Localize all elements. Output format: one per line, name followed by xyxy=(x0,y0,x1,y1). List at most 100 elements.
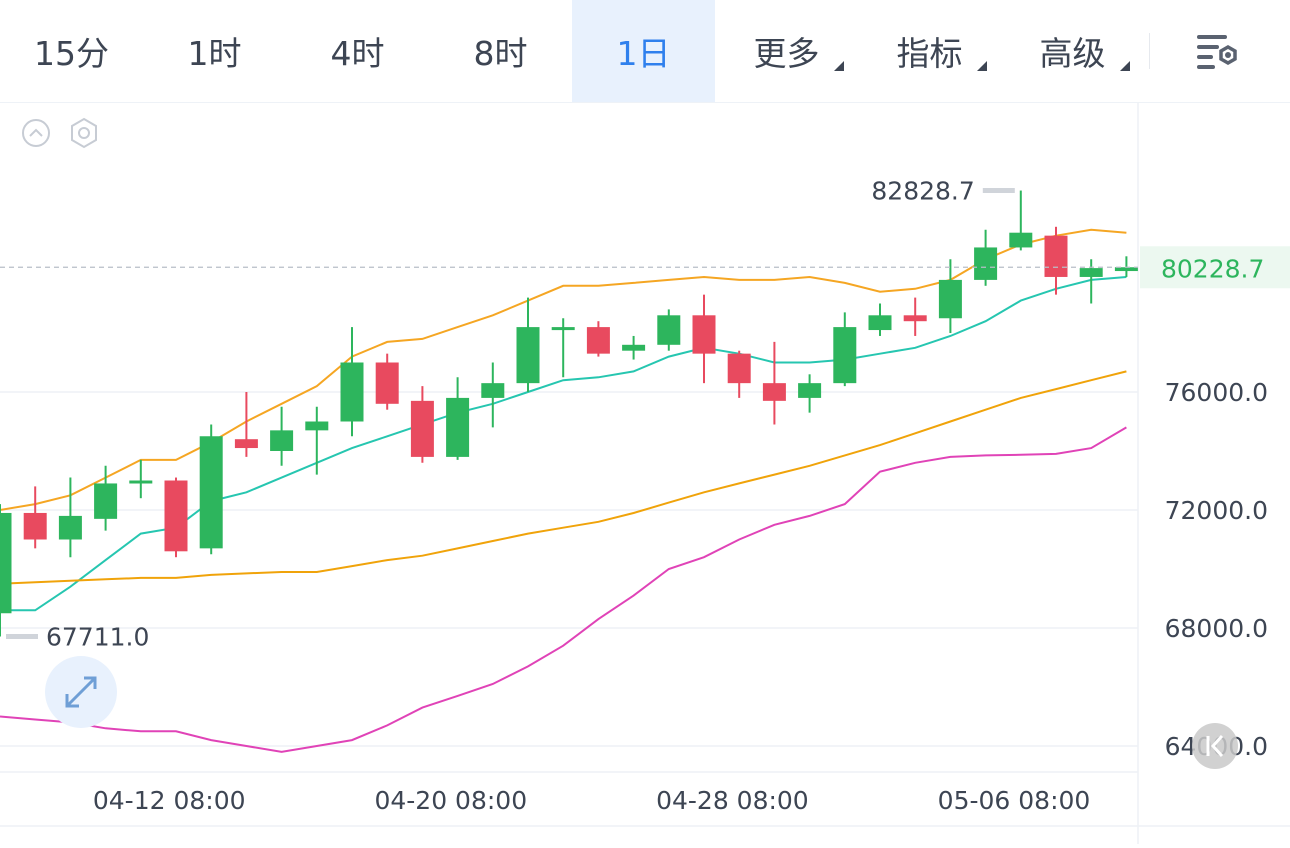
chart-settings-icon xyxy=(1196,35,1237,69)
candle xyxy=(1114,256,1138,277)
candle xyxy=(727,350,751,398)
x-tick-label: 05-06 08:00 xyxy=(938,786,1091,815)
tab-label: 指标 xyxy=(896,34,963,73)
candle-body xyxy=(762,383,786,401)
tab-more-dropdown[interactable]: 更多 xyxy=(715,0,858,102)
timeframe-tab-bar: 15分 1时 4时 8时 1日 更多 指标 高级 xyxy=(0,0,1290,103)
candle-body xyxy=(833,327,857,384)
y-tick-label: 68000.0 xyxy=(1165,614,1268,643)
y-tick-label: 76000.0 xyxy=(1165,378,1268,407)
candle xyxy=(199,424,223,555)
candle xyxy=(164,477,188,558)
scroll-to-latest-button[interactable] xyxy=(1192,723,1238,769)
candle-body xyxy=(375,362,399,404)
tab-label: 8时 xyxy=(473,34,528,73)
candle-body xyxy=(481,383,505,398)
candle xyxy=(974,229,998,286)
candle-body xyxy=(58,515,82,540)
candle-body xyxy=(446,397,470,457)
candle-body xyxy=(199,436,223,549)
candle xyxy=(622,335,646,360)
tab-1day[interactable]: 1日 xyxy=(572,0,715,102)
dropdown-caret-icon xyxy=(1120,61,1130,71)
tab-1hour[interactable]: 1时 xyxy=(143,0,286,102)
candle xyxy=(410,386,434,463)
candle-body xyxy=(129,480,153,484)
candle xyxy=(516,297,540,392)
candle xyxy=(234,392,258,457)
tab-label: 高级 xyxy=(1039,34,1106,73)
hexagon-settings-icon xyxy=(71,117,97,149)
candle-body xyxy=(727,353,751,384)
price-annotations: 80228.7 82828.7 67711.0 xyxy=(0,177,1290,652)
candlestick-chart: 80228.7 82828.7 67711.0 76000.0 72000.0 6800… xyxy=(0,102,1290,844)
candles xyxy=(0,190,1138,637)
tab-label: 4时 xyxy=(330,34,385,73)
x-tick-label: 04-12 08:00 xyxy=(93,786,246,815)
candle xyxy=(833,312,857,387)
candle-body xyxy=(23,512,47,540)
candle xyxy=(0,504,12,637)
candle xyxy=(23,486,47,549)
chart-settings-button[interactable] xyxy=(1150,0,1285,102)
indicator-settings-button[interactable] xyxy=(71,117,97,149)
candle-body xyxy=(270,430,294,451)
current-price-label: 80228.7 xyxy=(1161,254,1264,283)
candle xyxy=(657,309,681,351)
collapse-indicator-button[interactable] xyxy=(22,119,50,147)
candle-body xyxy=(798,383,822,398)
candle-body xyxy=(586,327,610,354)
tab-4hour[interactable]: 4时 xyxy=(286,0,429,102)
price-axis: 76000.072000.068000.064000.0 xyxy=(1165,378,1268,761)
candle xyxy=(1044,226,1068,295)
tab-15min[interactable]: 15分 xyxy=(0,0,143,102)
candle xyxy=(446,377,470,460)
candle-body xyxy=(1079,268,1103,277)
series-line-ma4 xyxy=(0,426,1127,753)
tab-advanced-dropdown[interactable]: 高级 xyxy=(1001,0,1144,102)
collapse-up-icon xyxy=(22,119,50,147)
candle xyxy=(762,341,786,425)
dropdown-caret-icon xyxy=(977,61,987,71)
fullscreen-button[interactable] xyxy=(45,656,117,728)
candlestick-chart-area[interactable]: 80228.7 82828.7 67711.0 76000.0 72000.0 6800… xyxy=(0,102,1290,844)
candle-body xyxy=(410,400,434,457)
candle-body xyxy=(974,247,998,280)
tab-label: 更多 xyxy=(753,34,820,73)
tab-label: 15分 xyxy=(34,34,109,73)
candle-body xyxy=(1044,235,1068,277)
min-price-label: 67711.0 xyxy=(46,623,149,652)
series-line-ma3 xyxy=(0,370,1127,585)
candle xyxy=(481,362,505,428)
candle-body xyxy=(0,512,12,614)
candle xyxy=(692,294,716,384)
candle-body xyxy=(657,315,681,345)
candle-body xyxy=(622,344,646,351)
candle xyxy=(58,477,82,558)
price-grid xyxy=(0,391,1138,747)
x-tick-label: 04-20 08:00 xyxy=(374,786,527,815)
max-price-label: 82828.7 xyxy=(871,177,974,206)
candle-body xyxy=(938,279,962,319)
tab-8hour[interactable]: 8时 xyxy=(429,0,572,102)
candle xyxy=(868,303,892,336)
tab-label: 1时 xyxy=(187,34,242,73)
candle xyxy=(94,465,118,531)
candle-body xyxy=(94,483,118,519)
candle xyxy=(340,327,364,437)
time-axis: 04-12 08:00 04-20 08:00 04-28 08:00 05-06 0… xyxy=(93,786,1090,815)
x-tick-label: 04-28 08:00 xyxy=(656,786,809,815)
candle-body xyxy=(868,315,892,331)
candle xyxy=(270,406,294,466)
tab-label: 1日 xyxy=(616,34,671,73)
candle xyxy=(903,297,927,336)
candle-body xyxy=(692,315,716,354)
candle xyxy=(129,459,153,499)
candle-body xyxy=(340,362,364,422)
candle xyxy=(551,318,575,378)
candle-body xyxy=(1009,232,1033,248)
candle xyxy=(375,353,399,410)
tab-indicators-dropdown[interactable]: 指标 xyxy=(858,0,1001,102)
candle xyxy=(1009,190,1033,251)
candle xyxy=(798,374,822,413)
